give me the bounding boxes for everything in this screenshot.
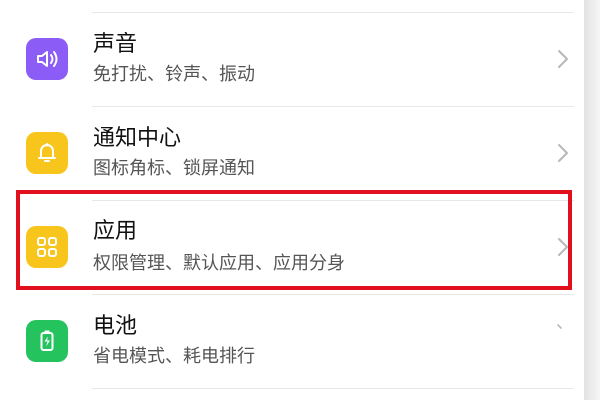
bell-icon	[26, 132, 68, 174]
settings-item-title: 通知中心	[93, 126, 182, 151]
settings-item-apps[interactable]: 应用 权限管理、默认应用、应用分身	[0, 201, 584, 295]
settings-item-subtitle: 图标角标、锁屏通知	[93, 158, 255, 179]
speaker-icon	[26, 38, 68, 80]
scroll-edge	[584, 0, 600, 400]
settings-item-subtitle: 免打扰、铃声、振动	[93, 64, 255, 85]
settings-item-title: 声音	[93, 32, 138, 57]
divider	[92, 388, 574, 389]
battery-icon	[26, 320, 68, 362]
settings-list: 声音 免打扰、铃声、振动 通知中心 图标角标、锁屏通知 应用 权限管理、默认应用…	[0, 0, 584, 400]
chevron-right-icon	[558, 144, 568, 162]
settings-item-sound[interactable]: 声音 免打扰、铃声、振动	[0, 13, 584, 107]
chevron-right-icon	[558, 238, 568, 256]
settings-item-subtitle: 省电模式、耗电排行	[93, 346, 255, 367]
chevron-right-icon	[558, 50, 568, 68]
settings-item-subtitle: 权限管理、默认应用、应用分身	[93, 253, 345, 274]
chevron-right-icon	[557, 324, 562, 329]
settings-item-title: 电池	[93, 314, 138, 339]
grid-apps-icon	[26, 226, 68, 268]
settings-item-battery[interactable]: 电池 省电模式、耗电排行	[0, 295, 584, 389]
settings-item-title: 应用	[93, 219, 138, 244]
settings-item-notification-center[interactable]: 通知中心 图标角标、锁屏通知	[0, 107, 584, 201]
